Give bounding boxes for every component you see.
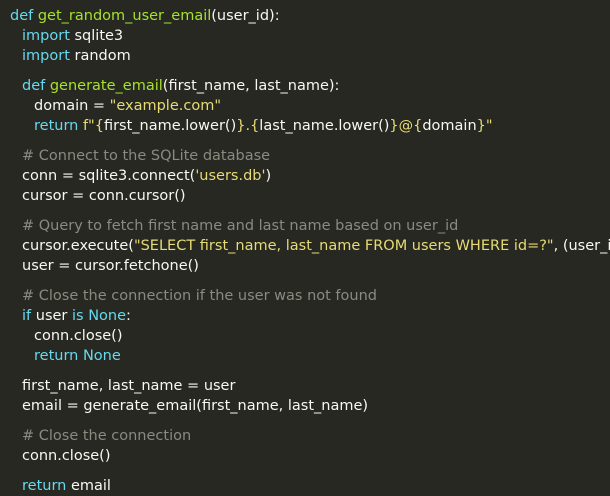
code-keyword: def (10, 8, 38, 24)
code-text: (user_id): (211, 8, 280, 24)
code-line: cursor = conn.cursor() (22, 186, 186, 206)
code-line: def generate_email(first_name, last_name… (22, 76, 339, 96)
code-text: sqlite3 (74, 28, 124, 44)
code-line: # Close the connection (22, 426, 191, 446)
code-text: domain = (34, 98, 110, 114)
code-keyword: if (22, 308, 36, 324)
code-text: user (35, 308, 72, 324)
code-string: "SELECT first_name, last_name FROM users… (133, 238, 554, 254)
code-text: (first_name, last_name): (162, 78, 340, 94)
code-keyword: def (22, 78, 50, 94)
code-comment: # Query to fetch first name and last nam… (22, 218, 459, 234)
code-line: return None (34, 346, 121, 366)
code-comment: # Close the connection (22, 428, 192, 444)
code-text: ) (265, 168, 272, 184)
code-keyword: import (22, 28, 75, 44)
code-text: random (74, 48, 131, 64)
code-line: conn.close() (34, 326, 123, 346)
code-string: }@{ (389, 118, 423, 134)
code-line: import random (22, 46, 131, 66)
code-line: return f"{first_name.lower()}.{last_name… (34, 116, 493, 136)
code-line: conn.close() (22, 446, 111, 466)
code-line: import sqlite3 (22, 26, 123, 46)
code-comment: # Connect to the SQLite database (22, 148, 271, 164)
code-text: first_name.lower() (103, 118, 237, 134)
code-line: def get_random_user_email(user_id): (10, 6, 280, 26)
code-keyword: import (22, 48, 75, 64)
code-text: last_name.lower() (259, 118, 390, 134)
code-string: f"{ (82, 118, 104, 134)
code-line: # Query to fetch first name and last nam… (22, 216, 458, 236)
code-line: first_name, last_name = user (22, 376, 235, 396)
code-string: }" (476, 118, 493, 134)
code-text: conn = sqlite3.connect( (22, 168, 196, 184)
code-text: cursor = conn.cursor() (22, 188, 186, 204)
code-line: domain = "example.com" (34, 96, 221, 116)
code-text: first_name, last_name = user (22, 378, 236, 394)
code-line: user = cursor.fetchone() (22, 256, 199, 276)
code-string: }.{ (236, 118, 260, 134)
code-string: "example.com" (109, 98, 221, 114)
code-editor[interactable]: def get_random_user_email(user_id): impor… (0, 0, 610, 494)
code-comment: # Close the connection if the user was n… (22, 288, 377, 304)
code-line: if user is None: (22, 306, 131, 326)
code-line: conn = sqlite3.connect('users.db') (22, 166, 271, 186)
code-function-name: generate_email (49, 78, 163, 94)
code-text: conn.close() (22, 448, 111, 464)
code-keyword: return (34, 118, 83, 134)
code-text: conn.close() (34, 328, 123, 344)
code-line: cursor.execute("SELECT first_name, last_… (22, 236, 610, 256)
code-line: email = generate_email(first_name, last_… (22, 396, 368, 416)
code-keyword: is None (72, 308, 127, 324)
code-text: cursor.execute( (22, 238, 134, 254)
code-keyword: return (22, 478, 71, 494)
code-text: user = cursor.fetchone() (22, 258, 199, 274)
code-text: email (70, 478, 111, 494)
code-function-name: get_random_user_email (37, 8, 212, 24)
code-text: domain (422, 118, 477, 134)
code-string: 'users.db' (195, 168, 266, 184)
code-line: # Connect to the SQLite database (22, 146, 270, 166)
code-text: , (user_id,)) (553, 238, 610, 254)
code-line: # Close the connection if the user was n… (22, 286, 377, 306)
code-text: : (126, 308, 131, 324)
code-keyword: return None (34, 348, 121, 364)
code-line: return email (22, 476, 111, 496)
code-text: email = generate_email(first_name, last_… (22, 398, 369, 414)
